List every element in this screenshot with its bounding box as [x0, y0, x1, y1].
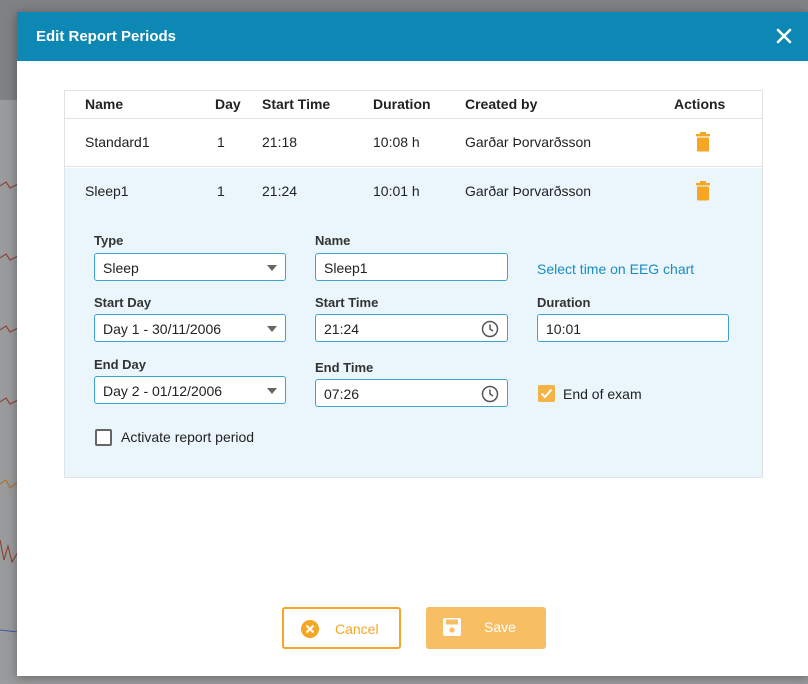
duration-input[interactable]: 10:01 — [537, 314, 729, 342]
background-chart-strip — [0, 100, 19, 684]
duration-value: 10:01 — [546, 321, 582, 337]
caret-down-icon — [267, 265, 277, 271]
trash-icon[interactable] — [695, 181, 711, 201]
start-day-select[interactable]: Day 1 - 30/11/2006 — [94, 314, 286, 342]
clock-icon[interactable] — [481, 385, 499, 403]
table-row-selected[interactable]: Sleep1 1 21:24 10:01 h Garðar Þorvarðsso… — [65, 168, 762, 216]
end-time-value: 07:26 — [324, 386, 360, 402]
activate-report-period-label: Activate report period — [121, 429, 255, 445]
cell-duration: 10:08 h — [373, 134, 420, 150]
background-eeg-traces — [0, 181, 19, 633]
trash-icon[interactable] — [695, 132, 711, 152]
name-input[interactable]: Sleep1 — [315, 253, 508, 281]
start-day-value: Day 1 - 30/11/2006 — [103, 321, 222, 337]
header-created-by: Created by — [465, 96, 538, 112]
cell-day: 1 — [217, 134, 225, 150]
select-time-on-eeg-link[interactable]: Select time on EEG chart — [537, 261, 694, 277]
end-day-label: End Day — [94, 357, 147, 372]
table-header: Name Day Start Time Duration Created by … — [65, 91, 762, 119]
caret-down-icon — [267, 388, 277, 394]
type-select-value: Sleep — [103, 260, 139, 276]
save-label: Save — [484, 619, 516, 635]
start-time-value: 21:24 — [324, 321, 360, 337]
clock-icon[interactable] — [481, 320, 499, 338]
caret-down-icon — [267, 326, 277, 332]
cell-name: Standard1 — [85, 134, 150, 150]
cancel-button[interactable]: Cancel — [282, 607, 401, 649]
end-of-exam-checkbox[interactable] — [538, 385, 555, 402]
header-duration: Duration — [373, 96, 431, 112]
background-timeline — [18, 676, 808, 684]
cell-name: Sleep1 — [85, 183, 129, 199]
start-time-input[interactable]: 21:24 — [315, 314, 508, 342]
end-time-input[interactable]: 07:26 — [315, 379, 508, 407]
end-day-value: Day 2 - 01/12/2006 — [103, 383, 223, 399]
edit-report-periods-dialog: Edit Report Periods Name Day Start Time … — [17, 12, 808, 676]
start-day-label: Start Day — [94, 295, 152, 310]
cell-day: 1 — [217, 183, 225, 199]
cell-created-by: Garðar Þorvarðsson — [465, 134, 592, 150]
cell-duration: 10:01 h — [373, 183, 420, 199]
type-label: Type — [94, 233, 124, 248]
start-time-label: Start Time — [315, 295, 379, 310]
floppy-disk-icon — [443, 618, 461, 636]
cancel-label: Cancel — [335, 621, 379, 637]
dialog-header: Edit Report Periods — [17, 12, 808, 61]
end-time-label: End Time — [315, 360, 374, 375]
type-select[interactable]: Sleep — [94, 253, 286, 281]
header-name: Name — [85, 96, 124, 112]
cell-created-by: Garðar Þorvarðsson — [465, 183, 592, 199]
end-of-exam-label: End of exam — [563, 386, 642, 402]
close-icon[interactable] — [770, 22, 798, 50]
duration-label: Duration — [537, 295, 591, 310]
cell-start-time: 21:18 — [262, 134, 298, 150]
save-button[interactable]: Save — [426, 607, 546, 649]
cancel-circle-icon — [301, 620, 319, 638]
name-input-value: Sleep1 — [324, 260, 368, 276]
table-row[interactable]: Standard1 1 21:18 10:08 h Garðar Þorvarð… — [65, 119, 762, 167]
activate-report-period-checkbox[interactable] — [95, 429, 112, 446]
dialog-title: Edit Report Periods — [36, 28, 177, 45]
header-actions: Actions — [674, 96, 726, 112]
header-day: Day — [215, 96, 241, 112]
cell-start-time: 21:24 — [262, 183, 298, 199]
report-periods-table: Name Day Start Time Duration Created by … — [64, 90, 763, 478]
name-label: Name — [315, 233, 351, 248]
header-start-time: Start Time — [262, 96, 331, 112]
end-day-select[interactable]: Day 2 - 01/12/2006 — [94, 376, 286, 404]
report-period-editor: Type Sleep Name Sleep1 Select time on EE… — [65, 216, 762, 477]
